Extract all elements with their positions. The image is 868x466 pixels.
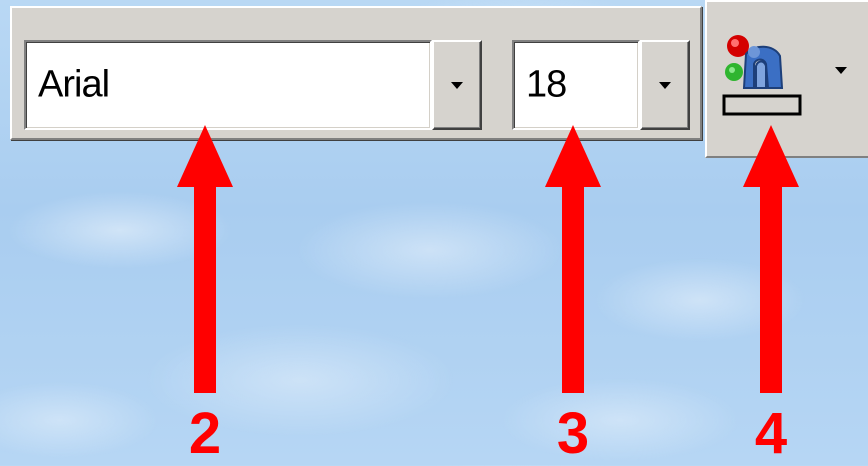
chevron-down-icon xyxy=(451,82,463,89)
font-size-dropdown-button[interactable] xyxy=(640,40,690,130)
chevron-down-icon xyxy=(835,67,847,74)
paint-bucket-icon xyxy=(722,35,802,116)
font-name-value: Arial xyxy=(38,63,110,106)
font-size-value: 18 xyxy=(526,63,567,106)
callout-number-4: 4 xyxy=(754,401,788,466)
callout-arrow-font-name xyxy=(177,125,233,393)
font-size-input[interactable]: 18 xyxy=(512,40,640,130)
chevron-down-icon xyxy=(659,82,671,89)
fill-color-button[interactable] xyxy=(718,30,808,125)
callout-number-3: 3 xyxy=(556,401,590,466)
callout-number-2: 2 xyxy=(188,401,222,466)
callout-arrow-fill-color xyxy=(743,125,799,393)
font-name-dropdown-button[interactable] xyxy=(432,40,482,130)
fill-color-dropdown-button[interactable] xyxy=(832,64,850,78)
callout-arrow-font-size xyxy=(545,125,601,393)
font-name-input[interactable]: Arial xyxy=(24,40,432,130)
